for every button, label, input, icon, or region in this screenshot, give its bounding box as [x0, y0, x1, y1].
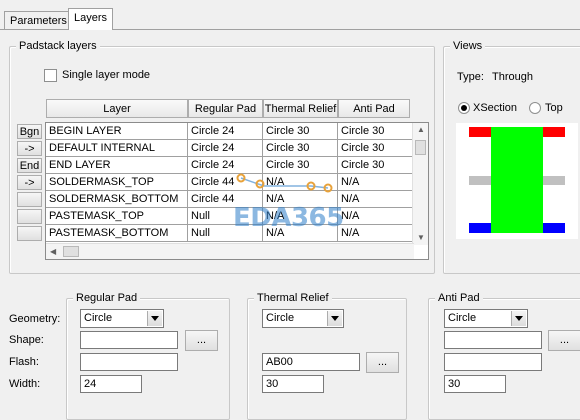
row-select-button[interactable]: [17, 226, 42, 241]
layer-cell[interactable]: SOLDERMASK_TOP: [46, 174, 188, 191]
thermal-relief-geometry-value: Circle: [266, 312, 295, 324]
views-title: Views: [450, 39, 486, 53]
regular-pad-geometry-select[interactable]: Circle: [80, 309, 164, 328]
top-radio-label: Top: [545, 102, 563, 114]
layer-cell[interactable]: DEFAULT INTERNAL: [46, 140, 188, 157]
inner-pad-left: [469, 176, 493, 185]
scrollbar-thumb[interactable]: [63, 246, 79, 257]
scroll-left-icon[interactable]: ◀: [50, 247, 56, 257]
row-select-button[interactable]: [17, 209, 42, 224]
drill-body: [491, 127, 543, 233]
table-row[interactable]: PASTEMASK_TOP Null N/A N/A: [46, 208, 414, 225]
anti-pad-title: Anti Pad: [435, 291, 483, 305]
regular-pad-geometry-value: Circle: [84, 312, 113, 324]
thermal-relief-cell[interactable]: Circle 30: [263, 123, 338, 140]
top-pad-left: [469, 127, 493, 137]
chevron-down-icon[interactable]: [327, 311, 342, 326]
layer-cell[interactable]: PASTEMASK_TOP: [46, 208, 188, 225]
anti-pad-cell[interactable]: N/A: [338, 174, 414, 191]
table-row[interactable]: END LAYER Circle 24 Circle 30 Circle 30: [46, 157, 414, 174]
thermal-relief-flash-field[interactable]: AB00: [262, 353, 360, 371]
thermal-relief-flash-browse-button[interactable]: ...: [366, 352, 399, 373]
anti-pad-geometry-select[interactable]: Circle: [444, 309, 528, 328]
top-radio[interactable]: [529, 102, 541, 114]
type-label: Type:: [457, 71, 484, 83]
layer-cell[interactable]: END LAYER: [46, 157, 188, 174]
begin-layer-button[interactable]: Bgn: [17, 124, 42, 139]
anti-pad-cell[interactable]: N/A: [338, 191, 414, 208]
thermal-relief-width-field[interactable]: 30: [262, 375, 324, 393]
table-row[interactable]: DEFAULT INTERNAL Circle 24 Circle 30 Circle…: [46, 140, 414, 157]
anti-pad-shape-browse-button[interactable]: ...: [548, 330, 580, 351]
top-pad-right: [541, 127, 565, 137]
anti-pad-cell[interactable]: N/A: [338, 225, 414, 242]
col-header-regular-pad[interactable]: Regular Pad: [188, 99, 263, 118]
grid-horizontal-scrollbar[interactable]: ◀: [46, 243, 414, 259]
regular-pad-width-field[interactable]: 24: [80, 375, 142, 393]
scroll-up-icon[interactable]: ▲: [417, 125, 425, 135]
xsection-radio-label: XSection: [473, 102, 518, 114]
single-layer-mode-label: Single layer mode: [62, 69, 151, 81]
thermal-relief-cell[interactable]: Circle 30: [263, 140, 338, 157]
regular-pad-cell[interactable]: Circle 24: [188, 123, 263, 140]
anti-pad-width-field[interactable]: 30: [444, 375, 506, 393]
row-jump-button[interactable]: ->: [17, 141, 42, 156]
geometry-label: Geometry:: [9, 313, 61, 325]
inner-pad-right: [541, 176, 565, 185]
end-layer-button[interactable]: End: [17, 158, 42, 173]
anti-pad-cell[interactable]: N/A: [338, 208, 414, 225]
single-layer-mode-checkbox[interactable]: [44, 69, 57, 82]
anti-pad-cell[interactable]: Circle 30: [338, 140, 414, 157]
col-header-thermal-relief[interactable]: Thermal Relief: [263, 99, 338, 118]
layer-cell[interactable]: SOLDERMASK_BOTTOM: [46, 191, 188, 208]
shape-label: Shape:: [9, 334, 44, 346]
table-row[interactable]: SOLDERMASK_BOTTOM Circle 44 N/A N/A: [46, 191, 414, 208]
type-value: Through: [492, 71, 533, 83]
padstack-layers-title: Padstack layers: [16, 39, 100, 53]
anti-pad-shape-field[interactable]: [444, 331, 542, 349]
anti-pad-flash-field[interactable]: [444, 353, 542, 371]
regular-pad-flash-field[interactable]: [80, 353, 178, 371]
tab-parameters[interactable]: Parameters: [4, 11, 73, 30]
scrollbar-thumb[interactable]: [415, 140, 426, 155]
regular-pad-shape-field[interactable]: [80, 331, 178, 349]
col-header-anti-pad[interactable]: Anti Pad: [338, 99, 410, 118]
regular-pad-shape-browse-button[interactable]: ...: [185, 330, 218, 351]
xsection-preview: [456, 123, 578, 239]
width-label: Width:: [9, 378, 41, 390]
row-jump-button[interactable]: ->: [17, 175, 42, 190]
thermal-relief-title: Thermal Relief: [254, 291, 332, 305]
table-row[interactable]: SOLDERMASK_TOP Circle 44 N/A N/A: [46, 174, 414, 191]
bottom-pad-left: [469, 223, 493, 233]
grid-vertical-scrollbar[interactable]: ▲ ▼: [412, 123, 428, 245]
chevron-down-icon[interactable]: [511, 311, 526, 326]
col-header-layer[interactable]: Layer: [46, 99, 188, 118]
chevron-down-icon[interactable]: [147, 311, 162, 326]
table-row[interactable]: PASTEMASK_BOTTOM Null N/A N/A: [46, 225, 414, 242]
table-row[interactable]: BEGIN LAYER Circle 24 Circle 30 Circle 30: [46, 123, 414, 140]
anti-pad-cell[interactable]: Circle 30: [338, 123, 414, 140]
flash-label: Flash:: [9, 356, 39, 368]
regular-pad-title: Regular Pad: [73, 291, 141, 305]
anti-pad-geometry-value: Circle: [448, 312, 477, 324]
layer-cell[interactable]: PASTEMASK_BOTTOM: [46, 225, 188, 242]
xsection-radio[interactable]: [458, 102, 470, 114]
watermark-text: EDA365: [233, 203, 344, 233]
scroll-down-icon[interactable]: ▼: [417, 233, 425, 243]
thermal-relief-geometry-select[interactable]: Circle: [262, 309, 344, 328]
regular-pad-cell[interactable]: Circle 24: [188, 140, 263, 157]
tab-layers[interactable]: Layers: [68, 8, 114, 30]
row-select-button[interactable]: [17, 192, 42, 207]
watermark-graphic: [236, 173, 333, 193]
layer-cell[interactable]: BEGIN LAYER: [46, 123, 188, 140]
anti-pad-cell[interactable]: Circle 30: [338, 157, 414, 174]
bottom-pad-right: [541, 223, 565, 233]
